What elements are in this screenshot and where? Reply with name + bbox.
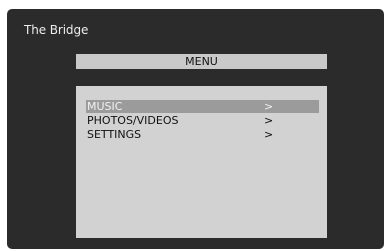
- app-title: The Bridge: [24, 23, 89, 37]
- screen: The Bridge MENU MUSIC > PHOTOS/VIDEOS > …: [0, 0, 391, 251]
- menu-panel: MUSIC > PHOTOS/VIDEOS > SETTINGS >: [76, 86, 327, 238]
- menu-item-label: MUSIC: [87, 100, 123, 113]
- menu-item-settings[interactable]: SETTINGS >: [86, 128, 319, 141]
- menu-header-label: MENU: [185, 55, 218, 68]
- menu-item-label: SETTINGS: [87, 128, 142, 141]
- tv-display: The Bridge MENU MUSIC > PHOTOS/VIDEOS > …: [7, 9, 384, 249]
- chevron-right-icon: >: [264, 100, 274, 113]
- menu-item-label: PHOTOS/VIDEOS: [87, 114, 179, 127]
- chevron-right-icon: >: [264, 114, 274, 127]
- menu-item-photos-videos[interactable]: PHOTOS/VIDEOS >: [86, 114, 319, 127]
- menu-header: MENU: [76, 54, 327, 69]
- chevron-right-icon: >: [264, 128, 274, 141]
- menu-item-music[interactable]: MUSIC >: [86, 100, 319, 113]
